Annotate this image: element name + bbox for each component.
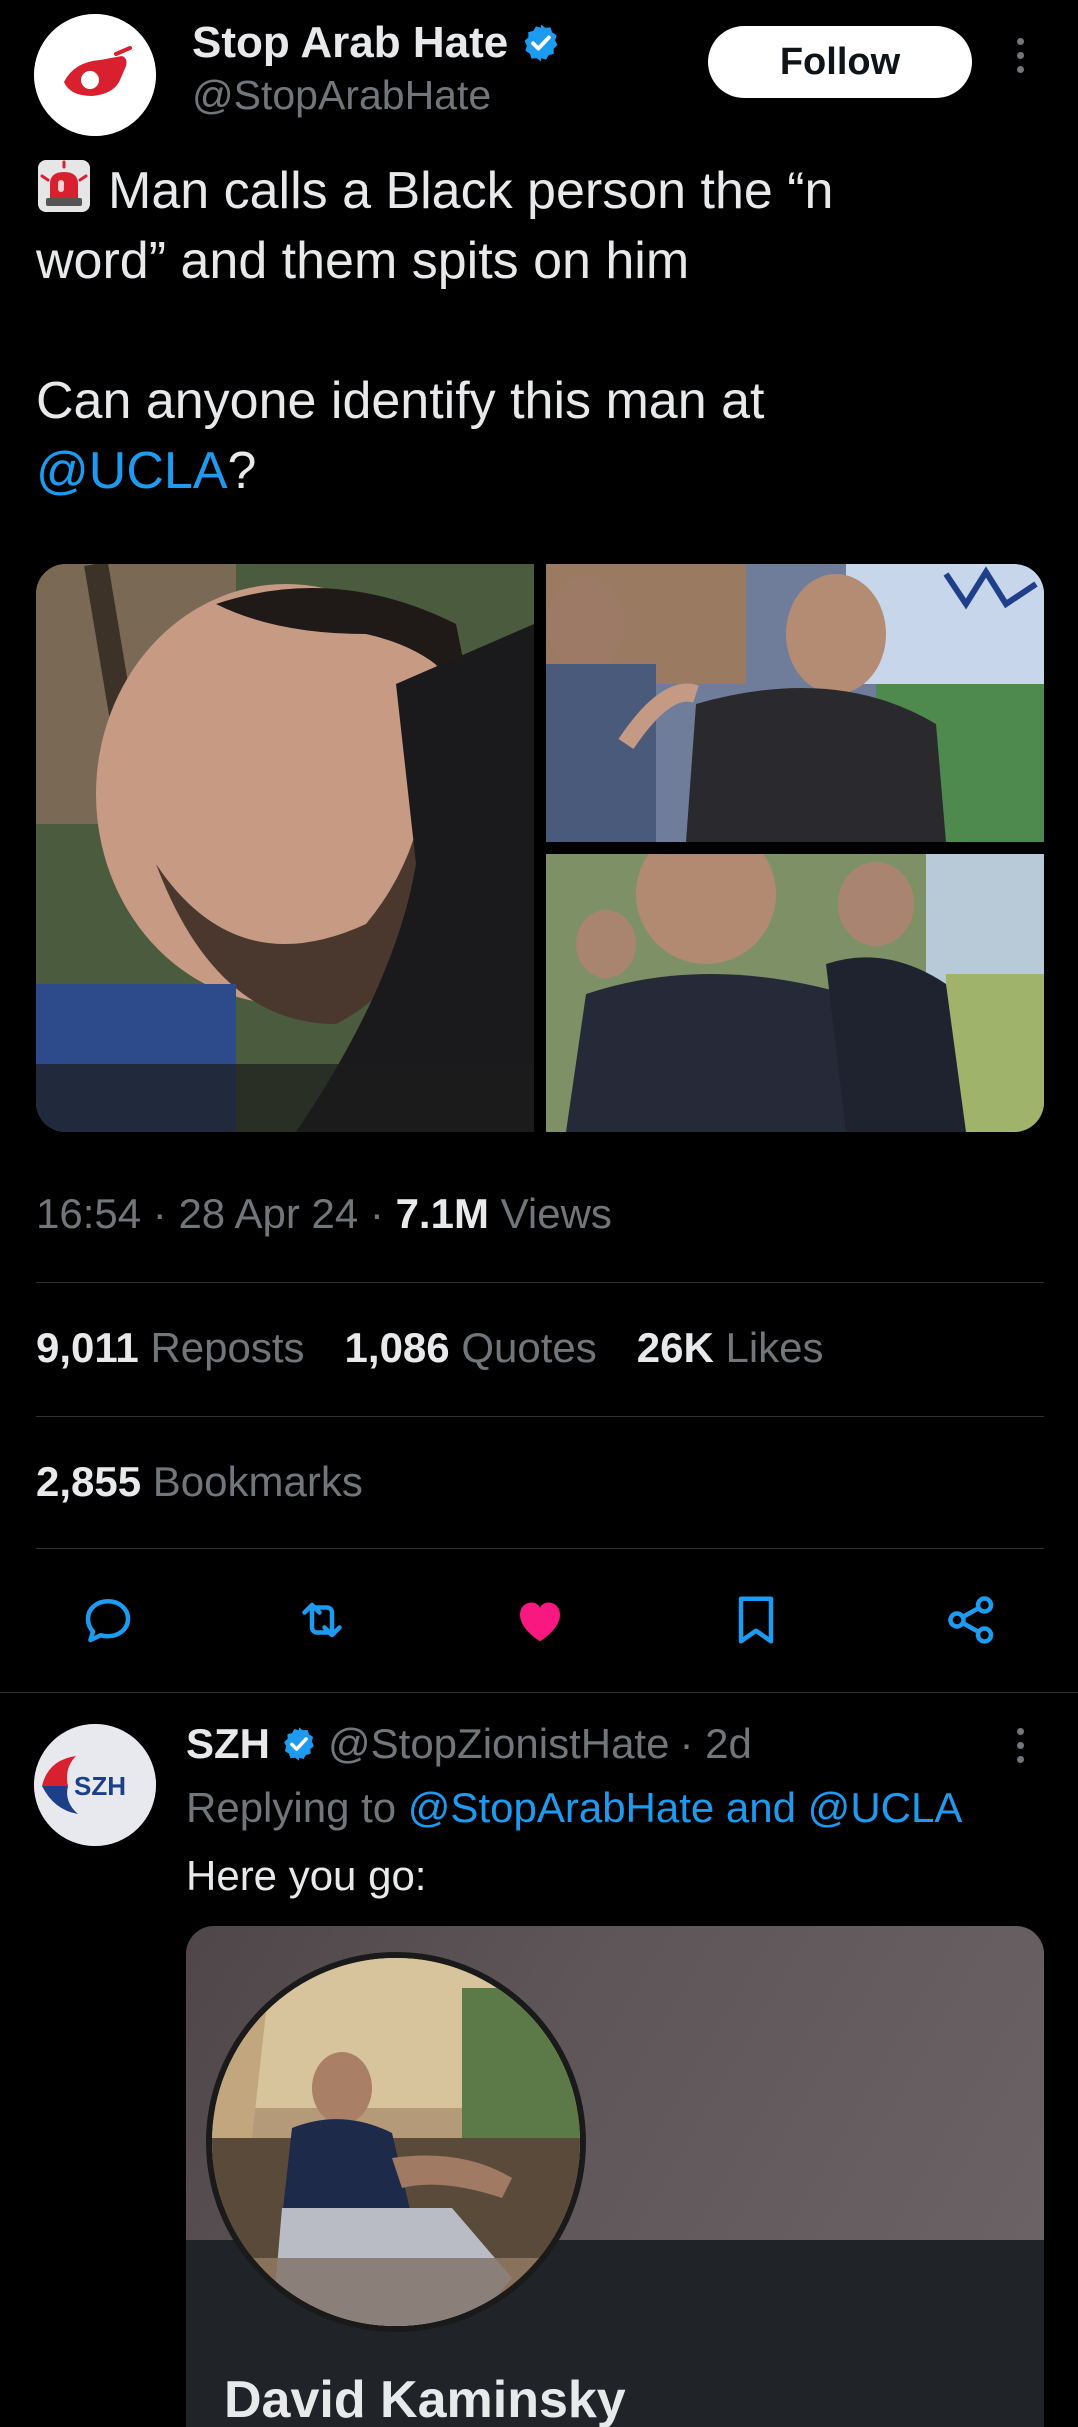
likes-count: 26K: [636, 1324, 714, 1371]
tweet-text: Man calls a Black person the “n word” an…: [36, 156, 1046, 506]
reply-author-name[interactable]: SZH: [186, 1720, 270, 1768]
tweet-detail-page: Stop Arab Hate @StopArabHate Follow Man …: [0, 0, 1078, 2427]
reply-button[interactable]: [76, 1588, 140, 1652]
share-button[interactable]: [940, 1588, 1004, 1652]
media-photo-2[interactable]: [546, 564, 1044, 842]
quotes-stat[interactable]: 1,086 Quotes: [345, 1324, 597, 1372]
meta-separator-2: ·: [369, 1190, 396, 1237]
reply-divider: [0, 1692, 1078, 1693]
photo-1-image: [36, 564, 534, 1132]
author-handle[interactable]: @StopArabHate: [192, 72, 491, 119]
media-photo-1[interactable]: [36, 564, 534, 1132]
tweet-text-line-4: @UCLA?: [36, 436, 1046, 506]
follow-button[interactable]: Follow: [708, 26, 972, 98]
tweet-text-line-1: Man calls a Black person the “n: [36, 156, 1046, 226]
reposts-count: 9,011: [36, 1324, 139, 1371]
tweet-timestamp-views: 16:54 · 28 Apr 24 · 7.1M Views: [36, 1190, 612, 1238]
profile-card[interactable]: David Kaminsky: [186, 1926, 1044, 2427]
whistle-logo-icon: [34, 14, 156, 136]
likes-label: Likes: [725, 1324, 824, 1371]
ucla-mention-link[interactable]: @UCLA: [36, 442, 228, 500]
share-icon: [948, 1596, 994, 1644]
comment-icon: [85, 1599, 131, 1643]
photo-2-image: [546, 564, 1044, 842]
likes-stat[interactable]: 26K Likes: [637, 1324, 824, 1372]
profile-card-avatar: [206, 1952, 586, 2332]
divider-3: [36, 1548, 1044, 1549]
author-name-text: Stop Arab Hate: [192, 18, 509, 67]
bookmark-icon: [738, 1596, 774, 1644]
replying-to-mentions[interactable]: @StopArabHate and @UCLA: [408, 1784, 963, 1831]
reply-age: · 2d: [679, 1720, 752, 1767]
reposts-stat[interactable]: 9,011 Reposts: [36, 1324, 305, 1372]
replying-prefix: Replying to: [186, 1784, 397, 1831]
reply-more-options-icon[interactable]: [1010, 1728, 1030, 1774]
reply-author-handle[interactable]: @StopZionistHate: [328, 1720, 669, 1768]
szh-logo-text: SZH: [74, 1771, 126, 1801]
divider-2: [36, 1416, 1044, 1417]
reply-header: SZH @StopZionistHate · 2d: [186, 1720, 752, 1768]
meta-separator-1: ·: [152, 1190, 179, 1237]
bookmarks-count: 2,855: [36, 1458, 142, 1505]
action-bar: [0, 1588, 1078, 1652]
tweet-text-part-1: Man calls a Black person the “n: [108, 162, 834, 220]
repost-button[interactable]: [290, 1588, 354, 1652]
bookmarks-stat[interactable]: 2,855 Bookmarks: [36, 1458, 363, 1506]
media-photo-3[interactable]: [546, 854, 1044, 1132]
quotes-count: 1,086: [344, 1324, 450, 1371]
bookmarks-label: Bookmarks: [152, 1458, 363, 1505]
repost-icon: [302, 1602, 342, 1638]
author-display-name[interactable]: Stop Arab Hate: [192, 18, 562, 68]
divider-1: [36, 1282, 1044, 1283]
tweet-text-blank: [36, 296, 1046, 366]
quotes-label: Quotes: [461, 1324, 597, 1371]
tweet-text-line-2: word” and them spits on him: [36, 232, 690, 290]
tweet-time[interactable]: 16:54: [36, 1190, 141, 1237]
replying-to-line: Replying to @StopArabHate and @UCLA: [186, 1784, 962, 1832]
reply-text: Here you go:: [186, 1852, 427, 1899]
heart-icon: [520, 1602, 560, 1642]
profile-card-name: David Kaminsky: [224, 2371, 626, 2427]
reposts-label: Reposts: [150, 1324, 305, 1371]
szh-logo-icon: SZH: [34, 1724, 156, 1846]
media-grid: [36, 564, 1044, 1132]
more-options-icon[interactable]: [1010, 38, 1030, 84]
verified-badge-icon: [524, 24, 558, 62]
like-button[interactable]: [508, 1588, 572, 1652]
police-siren-icon: [38, 160, 90, 212]
tweet-text-suffix: ?: [227, 442, 257, 500]
author-avatar[interactable]: [34, 14, 156, 136]
photo-3-image: [546, 854, 1044, 1132]
views-count: 7.1M: [395, 1190, 489, 1237]
verified-badge-icon: [284, 1727, 314, 1761]
tweet-text-line-3: Can anyone identify this man at: [36, 372, 765, 430]
profile-photo-image: [212, 1958, 580, 2326]
bookmark-button[interactable]: [724, 1588, 788, 1652]
engagement-stats: 9,011 Reposts 1,086 Quotes 26K Likes: [36, 1324, 824, 1372]
views-label: Views: [500, 1190, 612, 1237]
tweet-date[interactable]: 28 Apr 24: [178, 1190, 358, 1237]
reply-author-avatar[interactable]: SZH: [34, 1724, 156, 1846]
